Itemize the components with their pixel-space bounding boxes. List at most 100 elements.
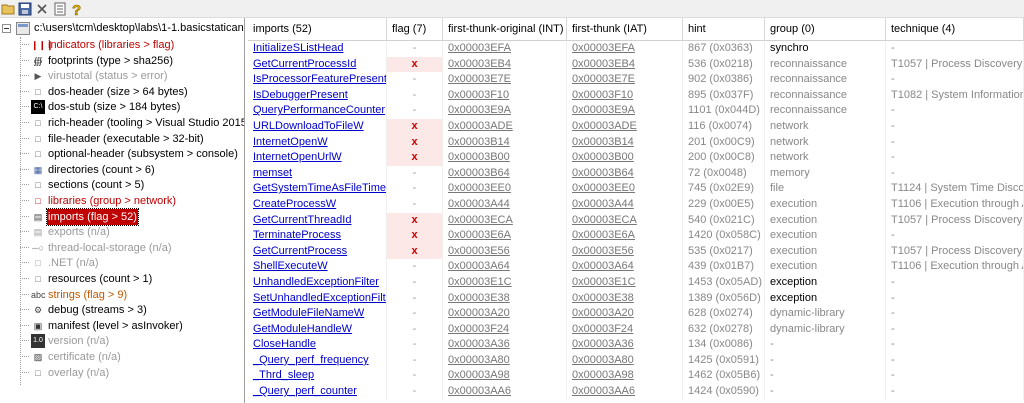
import-name-link[interactable]: InternetOpenW: [248, 134, 387, 151]
int-address[interactable]: 0x00003A20: [443, 306, 567, 322]
tree-item[interactable]: ⚙ debug (streams > 3): [20, 302, 244, 318]
table-row[interactable]: InternetOpenW x 0x00003B14 0x00003B14 201 (0…: [248, 134, 1024, 151]
tree-item[interactable]: □ libraries (group > network): [20, 193, 244, 209]
int-address[interactable]: 0x00003E9A: [443, 103, 567, 119]
iat-address[interactable]: 0x00003A20: [567, 306, 683, 322]
iat-address[interactable]: 0x00003ADE: [567, 118, 683, 135]
int-address[interactable]: 0x00003A36: [443, 337, 567, 353]
import-name-link[interactable]: IsProcessorFeaturePresent: [248, 72, 387, 88]
iat-address[interactable]: 0x00003E7E: [567, 72, 683, 88]
tree-root[interactable]: c:\users\tcm\desktop\labs\1-1.basicstati…: [2, 21, 244, 37]
save-icon[interactable]: [17, 1, 33, 17]
tree-item[interactable]: abc strings (flag > 9): [20, 287, 244, 303]
import-name-link[interactable]: SetUnhandledExceptionFilter: [248, 290, 387, 307]
int-address[interactable]: 0x00003A44: [443, 196, 567, 213]
import-name-link[interactable]: InitializeSListHead: [248, 41, 387, 57]
int-address[interactable]: 0x00003EE0: [443, 181, 567, 197]
import-name-link[interactable]: URLDownloadToFileW: [248, 118, 387, 135]
column-header-hint[interactable]: hint: [683, 18, 765, 41]
import-name-link[interactable]: GetCurrentProcessId: [248, 56, 387, 73]
tree-item[interactable]: ▤ imports (flag > 52): [20, 207, 244, 226]
table-row[interactable]: _Thrd_sleep -0x00003A98 0x00003A98 1462 (0x…: [248, 368, 1024, 385]
iat-address[interactable]: 0x00003B64: [567, 165, 683, 182]
import-name-link[interactable]: _Query_perf_frequency: [248, 352, 387, 369]
tree-item[interactable]: 1.0 version (n/a): [20, 333, 244, 349]
iat-address[interactable]: 0x00003B00: [567, 150, 683, 166]
table-row[interactable]: SetUnhandledExceptionFilter -0x00003E38 0x…: [248, 290, 1024, 307]
int-address[interactable]: 0x00003F10: [443, 87, 567, 104]
iat-address[interactable]: 0x00003E56: [567, 243, 683, 260]
table-row[interactable]: QueryPerformanceCounter -0x00003E9A 0x0000…: [248, 103, 1024, 119]
tree-item[interactable]: □ resources (count > 1): [20, 271, 244, 287]
import-name-link[interactable]: IsDebuggerPresent: [248, 87, 387, 104]
int-address[interactable]: 0x00003AA6: [443, 384, 567, 400]
iat-address[interactable]: 0x00003EFA: [567, 41, 683, 57]
iat-address[interactable]: 0x00003A98: [567, 368, 683, 385]
int-address[interactable]: 0x00003F24: [443, 321, 567, 338]
open-folder-icon[interactable]: [1, 1, 17, 17]
table-row[interactable]: GetModuleFileNameW -0x00003A20 0x00003A20 6…: [248, 306, 1024, 322]
int-address[interactable]: 0x00003E7E: [443, 72, 567, 88]
iat-address[interactable]: 0x00003A36: [567, 337, 683, 353]
table-row[interactable]: GetModuleHandleW -0x00003F24 0x00003F24 632…: [248, 321, 1024, 338]
import-name-link[interactable]: CreateProcessW: [248, 196, 387, 213]
column-header-int[interactable]: first-thunk-original (INT): [443, 18, 567, 41]
import-name-link[interactable]: GetModuleHandleW: [248, 321, 387, 338]
table-row[interactable]: GetSystemTimeAsFileTime -0x00003EE0 0x0000…: [248, 181, 1024, 197]
import-name-link[interactable]: GetSystemTimeAsFileTime: [248, 181, 387, 197]
import-name-link[interactable]: ShellExecuteW: [248, 259, 387, 275]
int-address[interactable]: 0x00003B64: [443, 165, 567, 182]
import-name-link[interactable]: QueryPerformanceCounter: [248, 103, 387, 119]
tree-item[interactable]: □ overlay (n/a): [20, 365, 244, 381]
iat-address[interactable]: 0x00003F10: [567, 87, 683, 104]
tree-item[interactable]: ▨ certificate (n/a): [20, 349, 244, 365]
table-row[interactable]: GetCurrentProcess x 0x00003E56 0x00003E56 53…: [248, 243, 1024, 260]
int-address[interactable]: 0x00003EB4: [443, 56, 567, 73]
int-address[interactable]: 0x00003A80: [443, 352, 567, 369]
tree-item[interactable]: ─○ thread-local-storage (n/a): [20, 240, 244, 256]
int-address[interactable]: 0x00003B14: [443, 134, 567, 151]
tree-item[interactable]: □ .NET (n/a): [20, 255, 244, 271]
import-name-link[interactable]: memset: [248, 165, 387, 182]
tree-item[interactable]: □ rich-header (tooling > Visual Studio 20…: [20, 115, 244, 131]
import-name-link[interactable]: GetModuleFileNameW: [248, 306, 387, 322]
table-row[interactable]: InitializeSListHead -0x00003EFA 0x00003EFA…: [248, 41, 1024, 57]
int-address[interactable]: 0x00003A98: [443, 368, 567, 385]
table-row[interactable]: TerminateProcess x 0x00003E6A 0x00003E6A 142…: [248, 228, 1024, 244]
tree-item[interactable]: ❙❙❙ indicators (libraries > flag): [20, 37, 244, 53]
import-name-link[interactable]: UnhandledExceptionFilter: [248, 274, 387, 291]
iat-address[interactable]: 0x00003E9A: [567, 103, 683, 119]
int-address[interactable]: 0x00003E1C: [443, 274, 567, 291]
int-address[interactable]: 0x00003EFA: [443, 41, 567, 57]
iat-address[interactable]: 0x00003ECA: [567, 212, 683, 229]
int-address[interactable]: 0x00003ECA: [443, 212, 567, 229]
int-address[interactable]: 0x00003A64: [443, 259, 567, 275]
iat-address[interactable]: 0x00003A64: [567, 259, 683, 275]
tree-item[interactable]: ∰ footprints (type > sha256): [20, 53, 244, 69]
tree-item[interactable]: □ file-header (executable > 32-bit): [20, 131, 244, 147]
tree-item[interactable]: ▤ exports (n/a): [20, 224, 244, 240]
iat-address[interactable]: 0x00003E38: [567, 290, 683, 307]
help-icon[interactable]: ?: [69, 1, 85, 17]
int-address[interactable]: 0x00003ADE: [443, 118, 567, 135]
import-name-link[interactable]: InternetOpenUrlW: [248, 150, 387, 166]
iat-address[interactable]: 0x00003EE0: [567, 181, 683, 197]
import-name-link[interactable]: CloseHandle: [248, 337, 387, 353]
iat-address[interactable]: 0x00003E6A: [567, 228, 683, 244]
table-row[interactable]: IsProcessorFeaturePresent -0x00003E7E 0x00…: [248, 72, 1024, 88]
column-header-iat[interactable]: first-thunk (IAT): [567, 18, 683, 41]
iat-address[interactable]: 0x00003B14: [567, 134, 683, 151]
table-row[interactable]: memset -0x00003B64 0x00003B64 72 (0x0048) me…: [248, 165, 1024, 182]
table-row[interactable]: _Query_perf_frequency -0x00003A80 0x00003A…: [248, 352, 1024, 369]
table-row[interactable]: _Query_perf_counter -0x00003AA6 0x00003AA6…: [248, 384, 1024, 400]
column-header-technique[interactable]: technique (4): [886, 18, 1024, 41]
iat-address[interactable]: 0x00003A44: [567, 196, 683, 213]
table-row[interactable]: InternetOpenUrlW x 0x00003B00 0x00003B00 200…: [248, 150, 1024, 166]
int-address[interactable]: 0x00003E38: [443, 290, 567, 307]
int-address[interactable]: 0x00003E56: [443, 243, 567, 260]
int-address[interactable]: 0x00003B00: [443, 150, 567, 166]
iat-address[interactable]: 0x00003EB4: [567, 56, 683, 73]
iat-address[interactable]: 0x00003AA6: [567, 384, 683, 400]
table-row[interactable]: IsDebuggerPresent -0x00003F10 0x00003F10 89…: [248, 87, 1024, 104]
tree-item[interactable]: ▦ directories (count > 6): [20, 162, 244, 178]
